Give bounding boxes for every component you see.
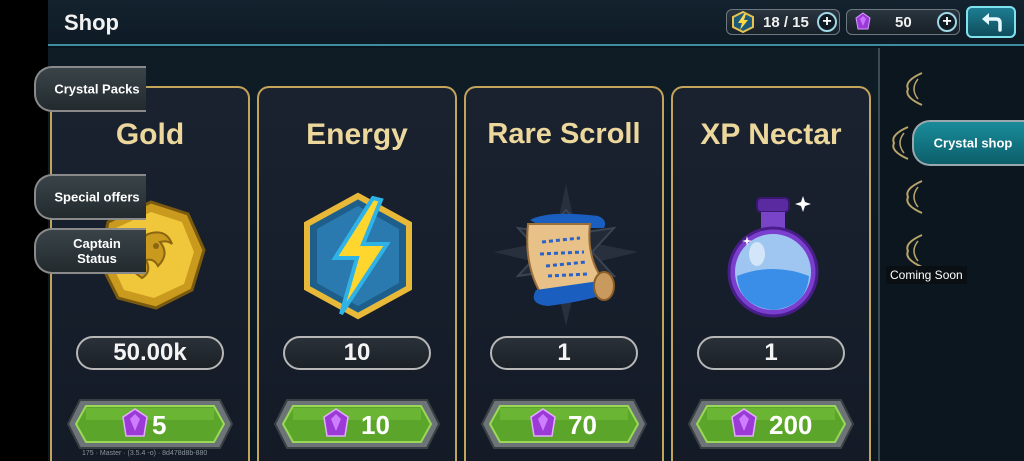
item-price: 70	[568, 410, 597, 440]
buy-button-frame	[480, 399, 648, 449]
build-version-text: 175 · Master · (3.5.4 -o) · 8d478d8b-880	[82, 450, 208, 457]
crystal-icon	[323, 408, 349, 437]
tab-crystal-shop[interactable]: Crystal shop	[912, 120, 1024, 166]
crystal-icon	[855, 12, 871, 30]
buy-button[interactable]: 10	[273, 398, 441, 450]
ornament-icon	[892, 126, 909, 160]
ornament-icon	[906, 180, 923, 214]
crystal-counter: 50 +	[846, 9, 960, 35]
ornament-icon	[906, 72, 923, 106]
energy-counter: 18 / 15 +	[726, 9, 840, 35]
buy-button[interactable]: 5	[66, 398, 234, 450]
shop-item-card: XP Nectar 1 200	[671, 86, 871, 461]
item-amount: 1	[490, 336, 638, 370]
item-amount: 10	[283, 336, 431, 370]
ornament-icon	[906, 234, 923, 268]
tab-label: Captain Status	[73, 236, 121, 266]
potion-icon	[727, 196, 819, 318]
item-title: Gold	[115, 118, 185, 151]
item-title: XP Nectar	[700, 118, 842, 151]
coming-soon-tooltip: Coming Soon	[886, 266, 967, 284]
energy-icon	[732, 11, 754, 33]
tab-crystal-packs[interactable]: Crystal Packs	[34, 66, 146, 112]
crystal-value: 50	[895, 14, 912, 31]
scroll-icon	[494, 184, 638, 326]
item-amount: 50.00k	[76, 336, 224, 370]
crystal-icon	[122, 408, 148, 437]
item-title: Energy	[306, 118, 408, 151]
shop-item-card: Energy 10 10	[257, 86, 457, 461]
tab-special-offers[interactable]: Special offers	[34, 174, 146, 220]
crystal-icon	[731, 408, 757, 437]
back-arrow-icon	[982, 13, 1002, 32]
lightning-icon	[304, 192, 412, 320]
buy-button-frame	[273, 399, 441, 449]
buy-button-frame	[66, 399, 234, 449]
back-button[interactable]	[966, 6, 1016, 38]
add-crystals-button[interactable]: +	[937, 12, 957, 32]
buy-button[interactable]: 200	[687, 398, 855, 450]
crystal-icon	[530, 408, 556, 437]
shop-item-card: Rare Scroll 1 70	[464, 86, 664, 461]
item-price: 10	[361, 410, 390, 440]
tab-label: Crystal shop	[933, 135, 1013, 151]
item-title: Rare Scroll	[487, 118, 641, 150]
item-amount: 1	[697, 336, 845, 370]
page-title: Shop	[64, 10, 119, 35]
tab-label: Special offers	[54, 189, 140, 205]
buy-button[interactable]: 70	[480, 398, 648, 450]
item-price: 200	[769, 410, 813, 440]
tab-label: Crystal Packs	[54, 81, 140, 97]
energy-value: 18 / 15	[763, 14, 809, 31]
item-price: 5	[152, 410, 167, 440]
tab-captain-status[interactable]: Captain Status	[34, 228, 146, 274]
add-energy-button[interactable]: +	[817, 12, 837, 32]
